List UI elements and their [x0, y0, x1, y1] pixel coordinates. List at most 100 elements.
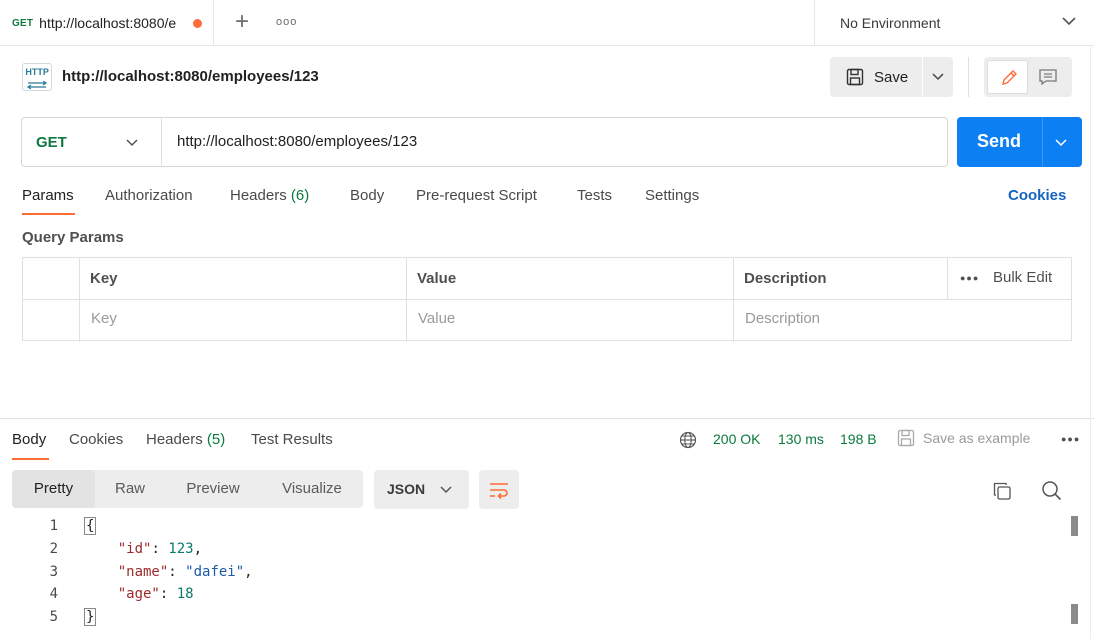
save-as-example-button[interactable]: Save as example: [897, 429, 1030, 447]
key-input[interactable]: [80, 300, 407, 342]
row-checkbox-cell[interactable]: [23, 258, 80, 300]
save-options-button[interactable]: [923, 57, 953, 97]
wrap-lines-button[interactable]: [479, 470, 519, 509]
params-table: Key Value Description ●●● Bulk Edit Key …: [22, 257, 1072, 342]
tab-label: Authorization: [105, 187, 193, 204]
save-icon: [897, 429, 915, 447]
code-line: }: [84, 608, 97, 626]
panel-border: [1090, 46, 1091, 639]
mode-toggle: [984, 57, 1072, 97]
status-code[interactable]: 200 OK: [713, 431, 760, 447]
response-tab-cookies[interactable]: Cookies: [69, 431, 123, 448]
line-number: 1: [49, 518, 58, 534]
view-visualize[interactable]: Visualize: [261, 470, 363, 508]
tab-settings[interactable]: Settings: [645, 187, 699, 204]
request-title[interactable]: http://localhost:8080/employees/123: [62, 68, 319, 85]
chevron-down-icon[interactable]: [1055, 138, 1067, 147]
value-column-header: Value: [407, 258, 734, 300]
wrap-icon: [490, 483, 508, 500]
active-tab-indicator: [12, 458, 49, 460]
globe-icon[interactable]: [679, 431, 697, 449]
environment-label: No Environment: [840, 15, 941, 31]
more-options-icon[interactable]: ●●●: [960, 273, 979, 283]
chevron-down-icon: [126, 139, 138, 147]
http-request-icon: HTTP: [22, 63, 52, 91]
url-input[interactable]: http://localhost:8080/employees/123: [177, 118, 417, 166]
cookies-link[interactable]: Cookies: [1008, 187, 1066, 204]
response-body-editor[interactable]: 1 2 3 4 5 { "id": 123, "name": "dafei", …: [0, 514, 1090, 639]
value-input[interactable]: [407, 300, 734, 342]
environment-selector[interactable]: No Environment: [814, 0, 1094, 46]
view-pretty[interactable]: Pretty: [12, 470, 95, 508]
send-label: Send: [977, 131, 1022, 151]
tab-params[interactable]: Params: [22, 187, 74, 204]
description-placeholder: Description: [745, 310, 821, 327]
json-key: "age": [117, 586, 160, 602]
scrollbar-thumb[interactable]: [1071, 604, 1078, 624]
http-icon-label: HTTP: [25, 67, 49, 77]
json-string: "dafei": [185, 564, 245, 580]
line-number: 3: [49, 564, 58, 580]
tab-method: GET: [12, 17, 34, 29]
save-label: Save: [874, 68, 909, 86]
code-line: "name": "dafei",: [117, 564, 253, 580]
column-header: Key: [90, 270, 118, 287]
pencil-icon: [1002, 70, 1017, 85]
response-divider[interactable]: [0, 418, 1094, 419]
save-icon: [846, 68, 864, 86]
copy-icon[interactable]: [992, 481, 1012, 501]
response-time[interactable]: 130 ms: [778, 431, 824, 447]
code-line: "id": 123,: [117, 541, 203, 557]
tab-title: http://localhost:8080/e: [39, 15, 177, 31]
response-tab-body[interactable]: Body: [12, 431, 46, 448]
tab-label: Tests: [577, 187, 613, 204]
format-label: JSON: [387, 481, 426, 497]
search-icon[interactable]: [1041, 480, 1062, 501]
query-params-title: Query Params: [22, 229, 124, 246]
json-key: "name": [117, 564, 169, 580]
format-selector[interactable]: JSON: [374, 470, 469, 509]
column-header: Value: [417, 270, 457, 287]
tab-authorization[interactable]: Authorization: [105, 187, 193, 204]
view-raw[interactable]: Raw: [95, 470, 165, 508]
line-number: 4: [49, 586, 58, 602]
response-size[interactable]: 198 B: [840, 431, 877, 447]
row-checkbox-cell[interactable]: [23, 300, 80, 342]
view-preview[interactable]: Preview: [165, 470, 261, 508]
tab-label: Body: [12, 431, 47, 448]
tab-pre-request-script[interactable]: Pre-request Script: [416, 187, 537, 204]
tab-label: Headers: [230, 187, 287, 204]
arrows-icon: [26, 80, 48, 90]
json-brace: }: [84, 608, 97, 626]
unsaved-dot-icon: [193, 18, 203, 28]
method-selector[interactable]: GET: [22, 118, 162, 166]
line-number: 2: [49, 541, 58, 557]
tab-label: Params: [22, 187, 74, 204]
tab-count: (5): [206, 431, 226, 448]
tab-label: Settings: [645, 187, 700, 204]
more-tabs-icon[interactable]: ooo: [276, 12, 298, 32]
tab-body[interactable]: Body: [350, 187, 384, 204]
tab-headers[interactable]: Headers (6): [230, 187, 309, 204]
tab-count: (6): [290, 187, 310, 204]
new-tab-plus-icon[interactable]: +: [229, 9, 255, 35]
request-tab[interactable]: GET http://localhost:8080/e: [0, 0, 214, 46]
tab-label: Test Results: [251, 431, 333, 448]
tab-label: Cookies: [69, 431, 124, 448]
bulk-edit-button[interactable]: Bulk Edit: [993, 269, 1052, 286]
method-label: GET: [36, 134, 67, 151]
view-mode-segmented: Pretty Raw Preview Visualize: [12, 470, 363, 508]
comment-icon[interactable]: [1038, 68, 1058, 86]
chevron-down-icon: [932, 73, 944, 81]
json-brace: {: [84, 517, 97, 535]
tab-tests[interactable]: Tests: [577, 187, 612, 204]
response-tab-headers[interactable]: Headers (5): [146, 431, 225, 448]
response-tab-test-results[interactable]: Test Results: [251, 431, 333, 448]
edit-mode-button[interactable]: [987, 60, 1028, 94]
divider: [1042, 117, 1043, 167]
more-options-icon[interactable]: ●●●: [1061, 434, 1080, 444]
send-button[interactable]: Send: [957, 117, 1082, 167]
scrollbar-thumb[interactable]: [1071, 516, 1078, 536]
code-line: {: [84, 517, 97, 535]
save-button[interactable]: Save: [830, 57, 922, 97]
